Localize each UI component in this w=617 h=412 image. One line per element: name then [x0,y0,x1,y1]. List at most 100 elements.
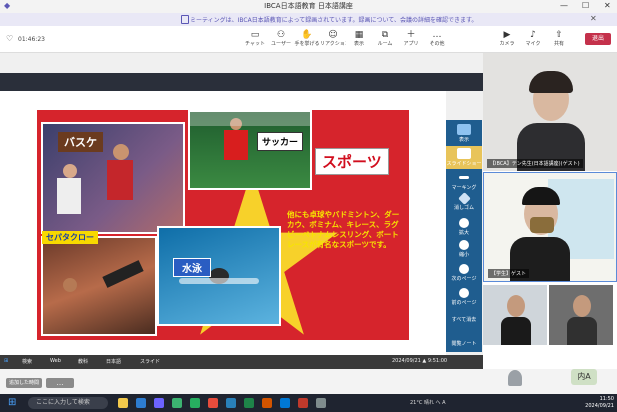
participant-body [501,317,531,345]
zoom-in-icon [459,218,469,228]
mic-icon: ♪ [530,30,536,40]
line-icon[interactable] [190,398,200,408]
sports-title: スポーツ [315,148,389,175]
meeting-toolbar: ♡ 01:46:23 ▭チャット ⚇ユーザー ✋手を挙げる ☺リアクション ▦表… [0,26,617,53]
chrome-icon[interactable] [172,398,182,408]
powerpoint-icon[interactable] [262,398,272,408]
grid-icon: ▦ [354,30,364,40]
taskbar-search-input[interactable]: ここに入力して検索 [28,397,108,409]
monitor-icon [457,124,471,135]
windows-start-icon[interactable]: ⊞ [8,397,16,408]
sepaktakraw-photo [43,238,155,334]
self-view-avatar[interactable] [508,370,522,386]
participant-avatar[interactable]: 内A [571,369,597,385]
minimize-button[interactable]: — [560,1,568,10]
raise-hand-button[interactable]: ✋ 手を挙げる [294,30,320,47]
excel-icon[interactable] [244,398,254,408]
shield-icon: ♡ [6,34,14,43]
panel-eraser-button[interactable]: 消しゴム [446,192,482,211]
system-tray[interactable]: 21°C 晴れ へ A [410,399,446,406]
file-explorer-icon[interactable] [118,398,128,408]
panel-notes-button[interactable]: 閲覧ノート [446,340,482,347]
leave-button[interactable]: 退出 [585,33,611,45]
chat-button[interactable]: ▭ チャット [242,30,268,47]
shared-task-item: 教科 [78,359,89,365]
swimming-label: 水泳 [173,258,211,277]
participant-name: 【IBCA】テン先生(日本語講座)(ゲスト) [487,159,583,168]
apps-button[interactable]: ＋アプリ [398,30,424,47]
participant-tile[interactable] [483,285,547,345]
hand-icon: ✋ [301,30,313,40]
zoom-out-icon [459,240,469,250]
title-bar: ◆ IBCA日本語教育 日本語講座 — ☐ ✕ [0,0,617,13]
app-icon[interactable] [154,398,164,408]
shared-task-item: 検索 [22,359,33,365]
taskbar-clock[interactable]: 11:50 2024/09/21 [582,396,614,410]
recording-notice-text: ミーティングは、IBCA日本語教育によって録画されています。録画について、会議の… [190,17,478,24]
smile-icon: ☺ [328,30,338,40]
share-icon: ⇧ [555,30,563,40]
recording-notice: ミーティングは、IBCA日本語教育によって録画されています。録画について、会議の… [0,13,617,26]
teams-icon[interactable] [136,398,146,408]
basketball-label: バスケ [58,132,103,152]
participant-name: 【学生】ゲスト [488,269,530,278]
camera-button[interactable]: ▶ カメラ [494,30,520,47]
shared-screen-taskbar: ⊞ 検索 Web 教科 日本語 スライド 2024/09/21 ▲ 9:51:0… [0,355,483,369]
panel-zoom-out-button[interactable]: 縮小 [446,240,482,258]
shared-task-item: 日本語 [106,359,122,365]
info-icon [181,15,189,24]
rooms-icon: ⧉ [381,30,389,40]
participant-face [507,295,525,317]
app-icon[interactable] [316,398,326,408]
presentation-header-bar [0,73,483,91]
sepaktakraw-label: セパタクロー [42,231,98,244]
meeting-bottom-bar [0,369,617,394]
slide-body-text: 他にも卓球やバドミントン、ダーカウ、ボミナム、キレース、ラグビーベトナムレスリン… [287,210,400,249]
panel-clear-all-button[interactable]: すべて消去 [446,316,482,323]
add-time-button[interactable]: 追加した時間 [6,378,42,388]
participant-body [567,317,597,345]
participant-tile[interactable]: 【IBCA】テン先生(日本語講座)(ゲスト) [483,53,617,171]
prev-icon [459,288,469,298]
slide: バスケ サッカー スポーツ セパタクロー 水泳 他にも卓球やバドミントン、ダーカ… [37,110,409,340]
meeting-timer: 01:46:23 [18,36,45,43]
people-button[interactable]: ⚇ ユーザー [268,30,294,47]
eraser-icon [457,192,471,205]
apps-icon: ＋ [406,30,416,40]
app-icon[interactable] [298,398,308,408]
panel-marker-button[interactable]: マーキング [446,172,482,191]
maximize-button[interactable]: ☐ [582,1,589,10]
panel-next-page-button[interactable]: 次のページ [446,264,482,282]
window-close-button[interactable]: ✕ [604,1,611,10]
participant-hair [529,71,573,93]
slideshow-side-panel: 表示 スライドショー マーキング 消しゴム 拡大 縮小 次のページ 前のページ … [446,120,482,352]
panel-prev-page-button[interactable]: 前のページ [446,288,482,306]
taskbar-time: 11:50 [599,396,614,402]
panel-zoom-in-button[interactable]: 拡大 [446,218,482,236]
notice-close-button[interactable]: ✕ [590,14,597,23]
react-button[interactable]: ☺リアクション [320,30,346,47]
window-title: IBCA日本語教育 日本語講座 [264,2,353,10]
participant-tile[interactable]: 【学生】ゲスト [483,172,617,282]
view-button[interactable]: ▦ 表示 [346,30,372,47]
shared-task-item: Web [50,358,61,364]
word-icon[interactable] [226,398,236,408]
next-icon [459,264,469,274]
more-options-button[interactable]: … [46,378,74,388]
slideshow-icon [457,148,471,159]
mic-button[interactable]: ♪ マイク [520,30,546,47]
app-icon[interactable] [208,398,218,408]
panel-view-button[interactable]: 表示 [446,124,482,143]
panel-slideshow-button[interactable]: スライドショー [446,146,482,169]
share-button[interactable]: ⇧ 共有 [546,30,572,47]
people-icon: ⚇ [276,30,286,40]
shared-task-item: スライド [140,359,161,365]
more-button[interactable]: … その他 [424,30,450,47]
chat-icon: ▭ [250,30,260,40]
participant-tile[interactable] [549,285,613,345]
rooms-button[interactable]: ⧉ ルーム [372,30,398,47]
edge-icon[interactable] [280,398,290,408]
shared-task-clock: 2024/09/21 ▲ 9:51:00 [392,358,448,364]
more-icon: … [432,30,442,40]
face-mask [530,217,554,233]
